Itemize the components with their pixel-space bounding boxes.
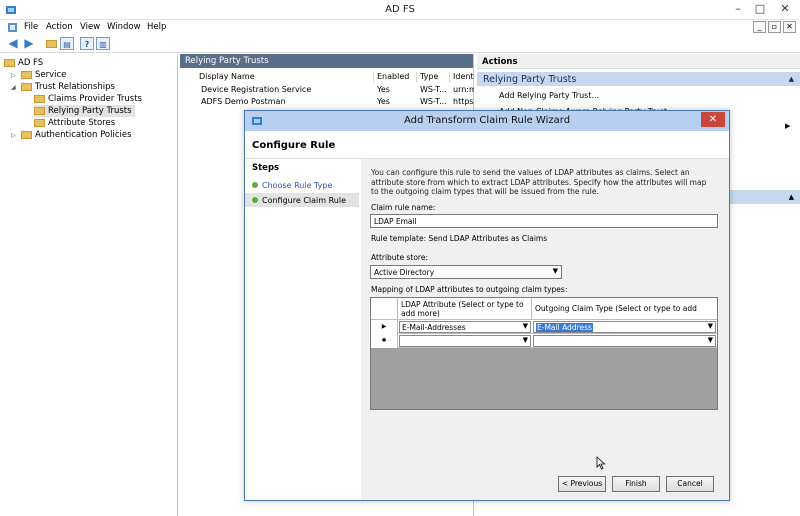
toolbar: ◀ ▶ ▤ ? ▥ [0,35,800,53]
forward-arrow-icon[interactable]: ▶ [22,37,36,50]
collapse-caret-icon[interactable]: ▲ [789,193,794,201]
mapping-grid: LDAP Attribute (Select or type to add mo… [370,297,718,410]
wizard-steps: Steps Choose Rule Type Configure Claim R… [245,159,360,500]
menu-bar: File Action View Window Help _ ▫ ✕ [0,20,800,35]
tree-item-attribute-stores[interactable]: Attribute Stores [34,117,115,129]
dialog-close-button[interactable]: ✕ [701,112,725,127]
up-folder-icon[interactable] [44,37,58,50]
maximize-button[interactable]: □ [749,1,771,17]
folder-icon [21,131,32,139]
submenu-arrow-icon[interactable]: ▶ [785,122,790,130]
menu-view[interactable]: View [80,22,100,32]
collapse-arrow-icon[interactable]: ◢ [11,84,21,91]
table-row[interactable]: ▶ E-Mail-Addresses ▼ E-Mail Address ▼ [371,320,717,334]
claim-rule-name-label: Claim rule name: [371,203,436,212]
tree-item-adfs[interactable]: AD FS [4,57,43,69]
chevron-down-icon[interactable]: ▼ [523,336,528,344]
wizard-content: You can configure this rule to send the … [361,159,729,500]
chevron-down-icon[interactable]: ▼ [708,336,713,344]
minimize-button[interactable]: – [727,1,749,17]
window-title: AD FS [385,4,415,15]
close-button[interactable]: ✕ [771,1,799,17]
rule-description: You can configure this rule to send the … [371,168,707,196]
folder-icon [4,59,15,67]
dialog-heading: Configure Rule [245,131,729,159]
ldap-attribute-select[interactable]: E-Mail-Addresses ▼ [399,321,531,333]
step-complete-icon [252,182,258,188]
finish-button[interactable]: Finish [612,476,660,492]
chevron-down-icon[interactable]: ▼ [523,322,528,330]
child-minimize-button[interactable]: _ [753,21,766,33]
chevron-down-icon[interactable]: ▼ [708,322,713,330]
action-add-relying-party-trust[interactable]: Add Relying Party Trust... [499,91,599,100]
new-row-icon[interactable]: ✱ [371,334,398,348]
rule-template-text: Rule template: Send LDAP Attributes as C… [371,234,548,243]
folder-icon [21,83,32,91]
chevron-down-icon[interactable]: ▼ [553,267,558,275]
step-choose-rule-type[interactable]: Choose Rule Type [245,178,359,192]
help-icon[interactable]: ? [80,37,94,50]
pane-header: Relying Party Trusts [180,54,473,68]
menu-window[interactable]: Window [107,22,141,32]
ldap-attribute-select[interactable]: ▼ [399,335,531,347]
grid-header-ldap-attribute: LDAP Attribute (Select or type to add mo… [398,298,532,320]
grid-corner-header [371,298,398,320]
actions-section-relying-party-trusts[interactable]: Relying Party Trusts ▲ [477,72,800,86]
folder-icon [21,71,32,79]
child-close-button[interactable]: ✕ [783,21,796,33]
cancel-button[interactable]: Cancel [666,476,714,492]
folder-icon [34,95,45,103]
column-header-identifier[interactable]: Identifi [450,72,474,83]
step-current-icon [252,197,258,203]
mmc-console-icon [8,23,17,32]
mapping-label: Mapping of LDAP attributes to outgoing c… [371,285,568,294]
column-header-display-name[interactable]: Display Name [196,72,374,83]
outgoing-claim-type-select[interactable]: ▼ [533,335,716,347]
column-header-type[interactable]: Type [417,72,450,83]
expand-arrow-icon[interactable]: ▷ [11,132,21,139]
claim-rule-name-input[interactable]: LDAP Email [370,214,718,228]
child-restore-button[interactable]: ▫ [768,21,781,33]
tree-item-claims-provider-trusts[interactable]: Claims Provider Trusts [34,93,142,105]
title-bar: AD FS – □ ✕ [0,0,800,20]
tree-item-trust-relationships[interactable]: ◢ Trust Relationships [11,81,115,93]
step-configure-claim-rule[interactable]: Configure Claim Rule [245,193,359,207]
add-transform-claim-rule-wizard: Add Transform Claim Rule Wizard ✕ Config… [244,110,730,501]
actions-section-collapsed[interactable]: ▲ [730,190,800,204]
back-arrow-icon[interactable]: ◀ [6,37,20,50]
mouse-pointer-icon [596,456,606,470]
collapse-caret-icon[interactable]: ▲ [789,75,794,83]
tree-item-authentication-policies[interactable]: ▷ Authentication Policies [11,129,132,141]
console-tree: AD FS ▷ Service ◢ Trust Relationships Cl… [0,54,178,516]
tree-item-service[interactable]: ▷ Service [11,69,66,81]
row-selector-icon[interactable]: ▶ [371,320,398,334]
show-hide-tree-icon[interactable]: ▤ [60,37,74,50]
outgoing-claim-type-select[interactable]: E-Mail Address ▼ [533,321,716,333]
grid-header-outgoing-claim-type: Outgoing Claim Type (Select or type to a… [532,298,717,331]
table-row[interactable]: ✱ ▼ ▼ [371,334,717,348]
menu-help[interactable]: Help [147,22,166,32]
steps-title: Steps [252,163,280,173]
menu-action[interactable]: Action [46,22,73,32]
properties-icon[interactable]: ▥ [96,37,110,50]
attribute-store-label: Attribute store: [371,253,428,262]
expand-arrow-icon[interactable]: ▷ [11,72,21,79]
column-header-enabled[interactable]: Enabled [374,72,417,83]
tree-item-relying-party-trusts[interactable]: Relying Party Trusts [34,105,135,117]
actions-header: Actions [477,54,800,69]
previous-button[interactable]: < Previous [558,476,606,492]
dialog-title: Add Transform Claim Rule Wizard [403,115,571,126]
dialog-title-bar: Add Transform Claim Rule Wizard ✕ [245,111,729,131]
attribute-store-select[interactable]: Active Directory ▼ [370,265,562,279]
folder-icon [34,107,45,115]
folder-icon [34,119,45,127]
menu-file[interactable]: File [24,22,38,32]
